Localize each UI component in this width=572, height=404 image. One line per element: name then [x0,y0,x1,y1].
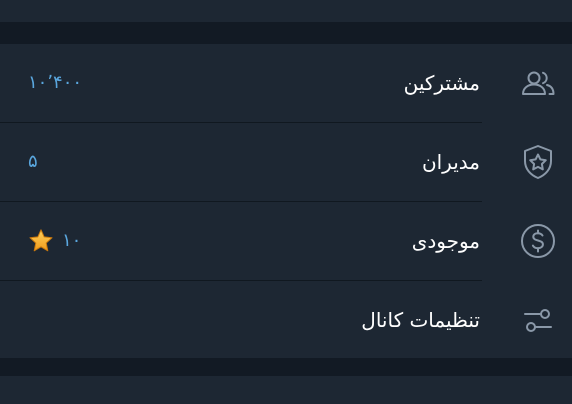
star-icon [29,229,53,252]
shield-star-icon [518,142,558,182]
section-separator [0,22,572,44]
balance-row[interactable]: موجودی ۱۰ [0,202,572,280]
admins-label: مدیران [421,150,480,174]
balance-amount-text: ۱۰ [62,230,82,251]
subscribers-count-text: ۱۰٬۴۰۰ [28,72,83,93]
channel-settings-row[interactable]: تنظیمات کانال [0,281,572,359]
subscribers-count: ۱۰٬۴۰۰ [28,74,82,92]
subscribers-label: مشترکین [403,71,480,95]
subscribers-row[interactable]: مشترکین ۱۰٬۴۰۰ [0,44,572,122]
sliders-icon [518,300,558,340]
admins-count: ۵ [28,153,38,171]
bottom-card-edge [0,376,572,404]
dollar-circle-icon [518,221,558,261]
section-separator [0,358,572,376]
users-icon [518,63,558,103]
balance-label: موجودی [411,229,480,253]
channel-settings-card: مشترکین ۱۰٬۴۰۰ مدیران ۵ موجودی ۱۰ تنظیما… [0,44,572,358]
channel-settings-label: تنظیمات کانال [361,308,480,332]
admins-count-text: ۵ [28,151,38,172]
balance-amount: ۱۰ [28,228,81,254]
top-card-edge [0,0,572,22]
channel-info-screen: مشترکین ۱۰٬۴۰۰ مدیران ۵ موجودی ۱۰ تنظیما… [0,0,572,404]
admins-row[interactable]: مدیران ۵ [0,123,572,201]
